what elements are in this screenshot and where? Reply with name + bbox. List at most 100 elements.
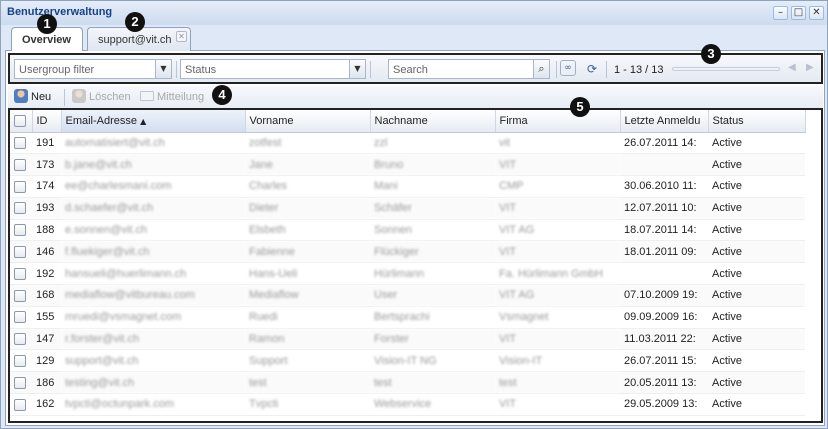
refresh-icon[interactable]: ⟳	[583, 60, 601, 78]
row-checkbox-cell[interactable]	[10, 197, 32, 220]
column-header-last-login[interactable]: Letzte Anmeldu	[620, 110, 709, 133]
maximize-icon[interactable]: □	[791, 6, 806, 20]
cell-lastname: Vision-IT NG	[370, 349, 495, 373]
row-checkbox-cell[interactable]	[10, 393, 32, 416]
sort-ascending-icon: ▲	[140, 116, 147, 126]
row-checkbox-cell[interactable]	[10, 306, 32, 329]
cell-email: hansueli@huerlimann.ch	[61, 262, 245, 286]
row-checkbox[interactable]	[14, 180, 26, 193]
row-checkbox-cell[interactable]	[10, 284, 32, 307]
table-row[interactable]: 129 support@vit.ch Support Vision-IT NG Visi…	[10, 349, 805, 373]
message-button[interactable]: Mitteilung	[140, 89, 204, 105]
row-checkbox-cell[interactable]	[10, 175, 32, 198]
cell-firstname: Mediaflow	[245, 284, 370, 307]
cell-company: vit	[495, 132, 620, 155]
cell-id: 186	[32, 371, 61, 395]
select-all-checkbox-cell[interactable]	[10, 110, 33, 133]
link-icon[interactable]: ∞	[560, 60, 576, 76]
row-checkbox[interactable]	[14, 245, 26, 258]
table-row[interactable]: 192 hansueli@huerlimann.ch Hans-Ueli Hürlim…	[10, 262, 805, 286]
table-row[interactable]: 146 f.fluekiger@vit.ch Fabienne Flückiger VI…	[10, 240, 805, 264]
cell-firstname: Charles	[245, 175, 370, 198]
cell-last-login: 07.10.2009 19:	[620, 284, 708, 307]
column-header-lastname[interactable]: Nachname	[370, 110, 496, 133]
cell-company: CMP	[495, 175, 620, 198]
next-page-icon[interactable]: ▶	[806, 62, 814, 73]
cell-status: Active	[708, 153, 805, 177]
row-checkbox-cell[interactable]	[10, 132, 32, 155]
row-checkbox-cell[interactable]	[10, 349, 32, 373]
cell-last-login: 26.07.2011 15:	[620, 349, 708, 373]
row-checkbox[interactable]	[14, 311, 26, 324]
user-grid: ID Email-Adresse ▲ Vorname Nachname Firm…	[8, 108, 823, 423]
row-checkbox[interactable]	[14, 267, 26, 280]
close-icon[interactable]: ✕	[809, 6, 824, 20]
cell-status: Active	[708, 262, 805, 286]
search-icon[interactable]: ⌕	[533, 60, 549, 78]
annotation-marker-5: 5	[570, 97, 590, 117]
toolbar-separator	[370, 61, 371, 78]
cell-last-login	[620, 262, 708, 286]
cell-id: 147	[32, 328, 61, 351]
status-filter-combo[interactable]: Status ▼	[180, 59, 366, 79]
grid-header-row: ID Email-Adresse ▲ Vorname Nachname Firm…	[10, 110, 806, 133]
table-row[interactable]: 191 automatisiert@vit.ch zotfest zzl vit 26.0…	[10, 132, 805, 155]
cell-last-login: 18.07.2011 14:	[620, 219, 708, 242]
row-checkbox-cell[interactable]	[10, 371, 32, 395]
table-row[interactable]: 186 testing@vit.ch test test test 20.05.2011 …	[10, 371, 805, 395]
cell-lastname: test	[370, 371, 495, 395]
row-checkbox[interactable]	[14, 376, 26, 389]
cell-firstname: Hans-Ueli	[245, 262, 370, 286]
column-header-email[interactable]: Email-Adresse ▲	[61, 110, 246, 133]
table-row[interactable]: 168 mediaflow@vitbureau.com Mediaflow User V…	[10, 284, 805, 307]
row-checkbox-cell[interactable]	[10, 153, 32, 177]
table-row[interactable]: 147 r.forster@vit.ch Ramon Forster VIT 11.03.…	[10, 328, 805, 351]
row-checkbox[interactable]	[14, 398, 26, 411]
delete-user-button[interactable]: Löschen	[72, 89, 131, 105]
column-header-status[interactable]: Status	[708, 110, 806, 133]
chevron-down-icon[interactable]: ▼	[349, 60, 365, 78]
cell-company: Vsmagnet	[495, 306, 620, 329]
paging-display: 1 - 13 / 13	[614, 64, 664, 76]
cell-id: 146	[32, 240, 61, 264]
row-checkbox[interactable]	[14, 289, 26, 302]
column-header-email-label: Email-Adresse	[65, 114, 138, 127]
table-row[interactable]: 173 b.jane@vit.ch Jane Bruno VIT Active	[10, 153, 805, 177]
cell-last-login: 20.05.2011 13:	[620, 371, 708, 395]
cell-id: 129	[32, 349, 61, 373]
new-user-button[interactable]: Neu	[14, 89, 51, 105]
column-header-company[interactable]: Firma	[495, 110, 621, 133]
page-slider[interactable]	[672, 67, 780, 71]
table-row[interactable]: 155 mruedi@vsmagnet.com Ruedi Bertsprachi Vs…	[10, 306, 805, 329]
row-checkbox[interactable]	[14, 136, 26, 149]
minimize-icon[interactable]: –	[773, 6, 788, 20]
table-row[interactable]: 174 ee@charlesmani.com Charles Mani CMP 30.06…	[10, 175, 805, 198]
row-checkbox[interactable]	[14, 158, 26, 171]
cell-lastname: Sonnen	[370, 219, 495, 242]
table-row[interactable]: 162 tvpcti@octunpark.com Tvpcti Webservice V…	[10, 393, 805, 416]
column-header-id[interactable]: ID	[32, 110, 62, 133]
row-checkbox-cell[interactable]	[10, 219, 32, 242]
user-management-window: Benutzerverwaltung – □ ✕ Overview suppor…	[0, 0, 828, 429]
row-checkbox[interactable]	[14, 202, 26, 215]
column-header-firstname[interactable]: Vorname	[245, 110, 371, 133]
row-checkbox[interactable]	[14, 354, 26, 367]
chevron-down-icon[interactable]: ▼	[155, 60, 171, 78]
cell-email: automatisiert@vit.ch	[61, 132, 245, 155]
row-checkbox-cell[interactable]	[10, 328, 32, 351]
row-checkbox[interactable]	[14, 333, 26, 346]
table-row[interactable]: 193 d.schaefer@vit.ch Dieter Schäfer VIT 12.0…	[10, 197, 805, 220]
select-all-checkbox[interactable]	[14, 114, 26, 127]
tab-close-icon[interactable]: ✕	[176, 31, 187, 42]
cell-status: Active	[708, 349, 805, 373]
cell-id: 193	[32, 197, 61, 220]
row-checkbox-cell[interactable]	[10, 262, 32, 286]
search-field[interactable]: Search ⌕	[388, 59, 550, 79]
row-checkbox-cell[interactable]	[10, 240, 32, 264]
previous-page-icon[interactable]: ◀	[788, 62, 796, 73]
table-row[interactable]: 188 e.sonnen@vit.ch Elsbeth Sonnen VIT AG 18.…	[10, 219, 805, 242]
usergroup-filter-combo[interactable]: Usergroup filter ▼	[14, 59, 172, 79]
row-checkbox[interactable]	[14, 224, 26, 237]
cell-email: b.jane@vit.ch	[61, 153, 245, 177]
window-title: Benutzerverwaltung	[7, 6, 113, 18]
